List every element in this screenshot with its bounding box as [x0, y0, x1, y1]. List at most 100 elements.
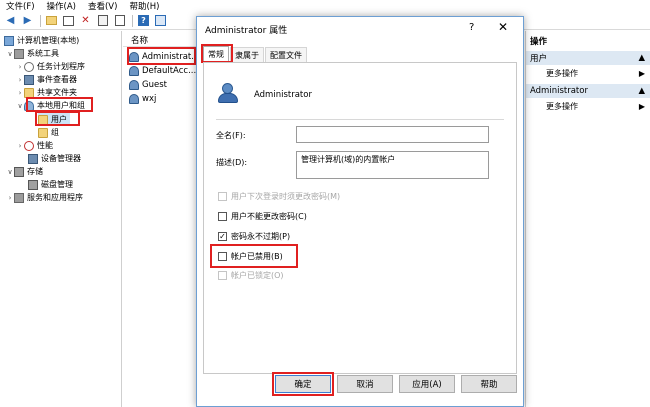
list-item[interactable]: Guest: [129, 78, 167, 91]
user-avatar-icon: [218, 83, 238, 105]
tab-general[interactable]: 常规: [203, 46, 229, 62]
tree-performance[interactable]: › 性能: [16, 139, 53, 152]
chevron-down-icon[interactable]: ∨: [6, 168, 14, 176]
user-icon: [129, 51, 139, 62]
export-icon[interactable]: [112, 14, 127, 28]
account-disabled-checkbox[interactable]: 帐户已禁用(B): [218, 251, 283, 262]
user-icon: [129, 65, 139, 76]
console-tree: 计算机管理(本地) ∨ 系统工具 › 任务计划程序 › 事件查看器 › 共享文件…: [0, 31, 122, 407]
tree-services-apps[interactable]: › 服务和应用程序: [6, 191, 83, 204]
list-item[interactable]: DefaultAcc...: [129, 64, 196, 77]
help-icon[interactable]: ?: [136, 14, 151, 28]
tab-profile[interactable]: 配置文件: [265, 47, 307, 62]
chevron-right-icon[interactable]: ›: [6, 194, 14, 202]
tree-device-manager[interactable]: 设备管理器: [28, 152, 81, 165]
back-arrow-icon[interactable]: ◀: [3, 14, 18, 28]
chevron-right-icon: ▶: [638, 68, 645, 78]
tree-users[interactable]: 用户: [38, 113, 70, 126]
device-manager-icon: [28, 153, 38, 164]
chevron-right-icon[interactable]: ›: [16, 142, 24, 150]
collapse-arrow-icon[interactable]: ▲: [638, 53, 645, 63]
menu-action[interactable]: 操作(A): [47, 0, 76, 12]
console-tree-icon[interactable]: [61, 14, 76, 28]
toolbar-separator: [40, 14, 41, 27]
tree-shared-folders[interactable]: › 共享文件夹: [16, 86, 77, 99]
password-never-expires-checkbox[interactable]: ✓ 密码永不过期(P): [218, 231, 290, 242]
list-item[interactable]: wxj: [129, 92, 156, 105]
list-item[interactable]: Administrat...: [129, 50, 199, 63]
user-name: Administrator: [254, 90, 312, 100]
fullname-label: 全名(F):: [216, 131, 246, 140]
folder-icon: [38, 127, 48, 138]
delete-icon[interactable]: ✕: [78, 14, 93, 28]
actions-pane: 操作 用户 ▲ 更多操作 ▶ Administrator ▲ 更多操作 ▶: [525, 31, 650, 407]
more-actions-administrator[interactable]: 更多操作 ▶: [526, 99, 650, 113]
cannot-change-password-checkbox[interactable]: 用户不能更改密码(C): [218, 211, 307, 222]
help-icon[interactable]: ?: [469, 22, 474, 33]
chevron-down-icon[interactable]: ∨: [6, 50, 14, 58]
tree-storage[interactable]: ∨ 存储: [6, 165, 43, 178]
storage-icon: [14, 166, 24, 177]
divider: [216, 119, 504, 120]
properties-dialog: Administrator 属性 ? ✕ 常规 隶属于 配置文件 Adminis…: [196, 16, 524, 407]
tree-local-users-groups[interactable]: ∨ 本地用户和组: [16, 99, 85, 112]
clock-icon: [24, 61, 34, 72]
tree-system-tools[interactable]: ∨ 系统工具: [6, 47, 59, 60]
tree-event-viewer[interactable]: › 事件查看器: [16, 73, 77, 86]
services-icon: [14, 192, 24, 203]
up-folder-icon[interactable]: [44, 14, 59, 28]
user-icon: [129, 79, 139, 90]
tools-icon: [14, 48, 24, 59]
actions-section-users[interactable]: 用户 ▲: [526, 51, 650, 65]
tree-disk-management[interactable]: 磁盘管理: [28, 178, 73, 191]
folder-icon: [38, 114, 48, 125]
general-tab-panel: Administrator 全名(F): 描述(D): 管理计算机(域)的内置帐…: [203, 62, 517, 374]
dialog-tabs: 常规 隶属于 配置文件: [203, 46, 308, 62]
column-header-name[interactable]: 名称: [123, 33, 196, 47]
checkbox-icon: [218, 192, 227, 201]
more-actions-users[interactable]: 更多操作 ▶: [526, 66, 650, 80]
menu-bar: 文件(F) 操作(A) 查看(V) 帮助(H): [0, 0, 650, 12]
chevron-down-icon[interactable]: ∨: [16, 102, 24, 110]
checkbox-icon: [218, 252, 227, 261]
close-icon[interactable]: ✕: [498, 20, 508, 34]
fullname-input[interactable]: [296, 126, 489, 143]
user-list: 名称 Administrat... DefaultAcc... Guest wx…: [123, 31, 199, 407]
apply-button[interactable]: 应用(A): [399, 375, 455, 393]
disk-icon: [28, 179, 38, 190]
must-change-password-checkbox[interactable]: 用户下次登录时须更改密码(M): [218, 191, 340, 202]
checkbox-icon: [218, 212, 227, 221]
user-icon: [129, 93, 139, 104]
account-locked-checkbox[interactable]: 帐户已锁定(O): [218, 270, 284, 281]
event-viewer-icon: [24, 74, 34, 85]
tree-groups[interactable]: 组: [38, 126, 59, 139]
chevron-right-icon[interactable]: ›: [16, 63, 24, 71]
folder-icon: [24, 87, 34, 98]
ok-button[interactable]: 确定: [275, 375, 331, 393]
properties-icon[interactable]: [95, 14, 110, 28]
tree-task-scheduler[interactable]: › 任务计划程序: [16, 60, 85, 73]
description-label: 描述(D):: [216, 158, 248, 167]
actions-title: 操作: [530, 36, 548, 47]
help-button[interactable]: 帮助: [461, 375, 517, 393]
chevron-right-icon[interactable]: ›: [16, 76, 24, 84]
checkmark-icon: ✓: [218, 231, 227, 241]
show-hide-icon[interactable]: [153, 14, 168, 28]
performance-icon: [24, 140, 34, 151]
tab-member-of[interactable]: 隶属于: [230, 47, 264, 62]
chevron-right-icon: ▶: [638, 101, 645, 111]
actions-section-administrator[interactable]: Administrator ▲: [526, 84, 650, 98]
tree-root[interactable]: 计算机管理(本地): [4, 34, 79, 47]
cancel-button[interactable]: 取消: [337, 375, 393, 393]
computer-icon: [4, 35, 14, 46]
menu-view[interactable]: 查看(V): [88, 0, 117, 12]
menu-help[interactable]: 帮助(H): [129, 0, 159, 12]
menu-file[interactable]: 文件(F): [6, 0, 35, 12]
description-input[interactable]: 管理计算机(域)的内置帐户: [296, 151, 489, 179]
checkbox-icon: [218, 271, 227, 280]
chevron-right-icon[interactable]: ›: [16, 89, 24, 97]
forward-arrow-icon[interactable]: ▶: [20, 14, 35, 28]
users-icon: [24, 100, 34, 111]
toolbar-separator: [132, 14, 133, 27]
collapse-arrow-icon[interactable]: ▲: [638, 86, 645, 96]
